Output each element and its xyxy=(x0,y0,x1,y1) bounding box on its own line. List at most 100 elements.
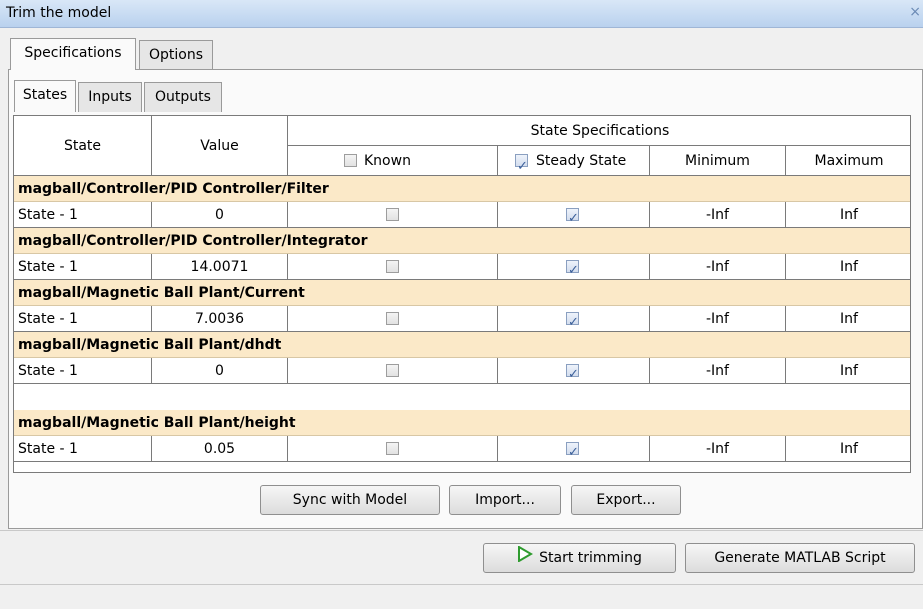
steady-checkbox[interactable]: ✓ xyxy=(566,312,579,330)
group-row: magball/Magnetic Ball Plant/Current xyxy=(14,280,910,306)
state-name: State - 1 xyxy=(18,207,78,223)
value-cell[interactable]: 0.05 xyxy=(152,436,288,462)
check-icon: ✓ xyxy=(568,445,579,460)
known-cell xyxy=(288,306,498,332)
value-cell[interactable]: 0 xyxy=(152,358,288,384)
generate-matlab-script-button[interactable]: Generate MATLAB Script xyxy=(685,543,915,573)
group-name: magball/Magnetic Ball Plant/height xyxy=(18,415,296,431)
state-name: State - 1 xyxy=(18,259,78,275)
minimum-cell[interactable]: -Inf xyxy=(650,254,786,280)
minimum-cell[interactable]: -Inf xyxy=(650,358,786,384)
maximum-cell[interactable]: Inf xyxy=(786,202,910,228)
state-cell: State - 1 xyxy=(14,436,152,462)
header-state: State xyxy=(14,116,152,176)
group-row: magball/Magnetic Ball Plant/dhdt xyxy=(14,332,910,358)
maximum-text: Inf xyxy=(840,207,858,223)
tab-outputs[interactable]: Outputs xyxy=(144,82,222,112)
steady-cell: ✓ xyxy=(498,306,650,332)
minimum-cell[interactable]: -Inf xyxy=(650,436,786,462)
minimum-text: -Inf xyxy=(706,259,729,275)
steady-checkbox[interactable]: ✓ xyxy=(566,208,579,226)
known-header-checkbox[interactable] xyxy=(344,154,357,167)
steady-checkbox[interactable]: ✓ xyxy=(566,260,579,278)
known-cell xyxy=(288,254,498,280)
play-icon xyxy=(517,544,534,572)
state-name: State - 1 xyxy=(18,311,78,327)
value-cell[interactable]: 7.0036 xyxy=(152,306,288,332)
state-cell: State - 1 xyxy=(14,202,152,228)
value-text: 14.0071 xyxy=(190,259,249,275)
value-text: 7.0036 xyxy=(195,311,244,327)
tab-inputs-label: Inputs xyxy=(88,89,132,105)
start-trimming-label: Start trimming xyxy=(539,550,642,566)
header-known-label: Known xyxy=(364,153,411,169)
state-name: State - 1 xyxy=(18,363,78,379)
maximum-text: Inf xyxy=(840,363,858,379)
value-text: 0.05 xyxy=(203,441,236,457)
steady-cell: ✓ xyxy=(498,202,650,228)
maximum-cell[interactable]: Inf xyxy=(786,436,910,462)
value-text: 0 xyxy=(215,207,224,223)
import-button[interactable]: Import... xyxy=(449,485,561,515)
status-separator xyxy=(0,584,923,585)
maximum-cell[interactable]: Inf xyxy=(786,254,910,280)
group-row: magball/Controller/PID Controller/Integr… xyxy=(14,228,910,254)
state-name: State - 1 xyxy=(18,441,78,457)
start-trimming-button[interactable]: Start trimming xyxy=(483,543,676,573)
steady-checkbox[interactable]: ✓ xyxy=(566,364,579,382)
tab-states[interactable]: States xyxy=(14,80,76,112)
minimum-cell[interactable]: -Inf xyxy=(650,306,786,332)
minimum-cell[interactable]: -Inf xyxy=(650,202,786,228)
known-cell xyxy=(288,202,498,228)
steady-header-checkbox[interactable]: ✓ xyxy=(515,154,528,174)
state-cell: State - 1 xyxy=(14,306,152,332)
tab-specifications[interactable]: Specifications xyxy=(10,38,136,70)
known-checkbox[interactable] xyxy=(386,260,399,273)
minimum-text: -Inf xyxy=(706,311,729,327)
states-table: State Value State Specifications Known ✓… xyxy=(13,115,911,473)
header-known: Known xyxy=(288,146,498,176)
known-cell xyxy=(288,436,498,462)
window-title: Trim the model xyxy=(6,5,112,21)
known-cell xyxy=(288,358,498,384)
maximum-cell[interactable]: Inf xyxy=(786,306,910,332)
group-row: magball/Magnetic Ball Plant/height xyxy=(14,410,910,436)
header-state-label: State xyxy=(63,138,102,154)
value-cell[interactable]: 0 xyxy=(152,202,288,228)
header-minimum: Minimum xyxy=(650,146,786,176)
steady-cell: ✓ xyxy=(498,436,650,462)
tab-options-label: Options xyxy=(148,47,204,63)
check-icon: ✓ xyxy=(568,367,579,382)
known-checkbox[interactable] xyxy=(386,364,399,377)
known-checkbox[interactable] xyxy=(386,312,399,325)
steady-checkbox[interactable]: ✓ xyxy=(566,442,579,460)
known-checkbox[interactable] xyxy=(386,442,399,455)
tab-outputs-label: Outputs xyxy=(155,89,211,105)
tab-options[interactable]: Options xyxy=(139,40,213,70)
minimum-text: -Inf xyxy=(706,363,729,379)
header-steady-label: Steady State xyxy=(536,153,627,169)
header-minimum-label: Minimum xyxy=(685,153,750,169)
value-cell[interactable]: 14.0071 xyxy=(152,254,288,280)
maximum-text: Inf xyxy=(840,311,858,327)
group-name: magball/Magnetic Ball Plant/dhdt xyxy=(18,337,282,353)
export-button[interactable]: Export... xyxy=(571,485,681,515)
group-name: magball/Controller/PID Controller/Integr… xyxy=(18,233,368,249)
sync-with-model-button[interactable]: Sync with Model xyxy=(260,485,440,515)
header-value-label: Value xyxy=(200,138,239,154)
steady-cell: ✓ xyxy=(498,358,650,384)
tab-states-label: States xyxy=(22,87,68,103)
minimum-text: -Inf xyxy=(706,207,729,223)
close-icon[interactable]: × xyxy=(909,4,921,20)
header-state-specifications: State Specifications xyxy=(288,116,910,146)
window-title-bar: Trim the model × xyxy=(0,0,923,28)
tab-specifications-label: Specifications xyxy=(24,45,122,61)
known-checkbox[interactable] xyxy=(386,208,399,221)
steady-cell: ✓ xyxy=(498,254,650,280)
maximum-text: Inf xyxy=(840,441,858,457)
group-name: magball/Magnetic Ball Plant/Current xyxy=(18,285,305,301)
separator xyxy=(0,530,923,531)
maximum-cell[interactable]: Inf xyxy=(786,358,910,384)
tab-inputs[interactable]: Inputs xyxy=(78,82,142,112)
maximum-text: Inf xyxy=(840,259,858,275)
